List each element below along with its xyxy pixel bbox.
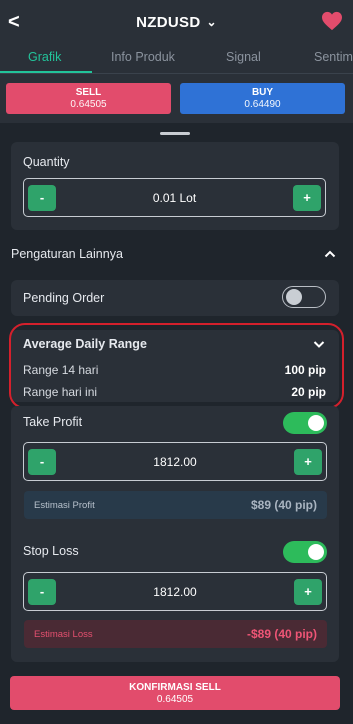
buy-price: 0.64490 [244,99,281,110]
tab-grafik[interactable]: Grafik [28,50,61,64]
stop-loss-value[interactable]: 1812.00 [24,585,326,599]
estimated-profit-bar: Estimasi Profit $89 (40 pip) [24,491,327,519]
sheet-drag-handle[interactable] [160,132,190,135]
sell-price: 0.64505 [70,99,107,110]
take-profit-toggle[interactable] [283,412,327,434]
take-profit-label: Take Profit [23,415,83,429]
toggle-knob [286,289,302,305]
toggle-knob [308,544,324,560]
quantity-stepper: - 0.01 Lot + [23,178,326,217]
quantity-value[interactable]: 0.01 Lot [24,191,325,205]
confirm-sell-label: KONFIRMASI SELL [129,682,221,693]
stop-loss-toggle[interactable] [283,541,327,563]
buy-button[interactable]: BUY 0.64490 [180,83,345,114]
stop-loss-label: Stop Loss [23,544,79,558]
sell-button[interactable]: SELL 0.64505 [6,83,171,114]
tab-signal[interactable]: Signal [226,50,261,64]
chevron-down-icon: ⌄ [206,15,217,29]
pending-order-label: Pending Order [23,291,105,305]
estimated-loss-label: Estimasi Loss [34,629,93,640]
top-bar: < NZDUSD ⌄ [0,0,353,44]
pending-order-card: Pending Order [11,280,339,316]
symbol-selector[interactable]: NZDUSD ⌄ [0,14,353,31]
tab-sentimen[interactable]: Sentim [314,50,353,64]
estimated-profit-label: Estimasi Profit [34,500,95,511]
tab-bar: Grafik Info Produk Signal Sentim [0,44,353,74]
heart-icon[interactable] [321,11,343,31]
sell-label: SELL [75,87,102,98]
confirm-sell-button[interactable]: KONFIRMASI SELL 0.64505 [10,676,340,710]
quantity-card: Quantity - 0.01 Lot + [11,142,339,230]
estimated-loss-value: -$89 (40 pip) [246,627,317,641]
tab-info-produk[interactable]: Info Produk [111,50,175,64]
pending-order-toggle[interactable] [282,286,326,308]
adr-highlight-outline [9,323,344,409]
take-profit-stepper: - 1812.00 + [23,442,327,481]
toggle-knob [308,415,324,431]
active-tab-indicator [0,71,92,73]
estimated-loss-bar: Estimasi Loss -$89 (40 pip) [24,620,327,648]
quantity-plus-button[interactable]: + [293,185,321,211]
symbol-title: NZDUSD [136,14,201,31]
stop-loss-stepper: - 1812.00 + [23,572,327,611]
buy-label: BUY [251,87,274,98]
estimated-profit-value: $89 (40 pip) [250,498,317,512]
take-profit-plus-button[interactable]: + [294,449,322,475]
stop-loss-plus-button[interactable]: + [294,579,322,605]
take-profit-value[interactable]: 1812.00 [24,455,326,469]
confirm-sell-price: 0.64505 [156,694,194,705]
other-settings-title: Pengaturan Lainnya [11,247,123,261]
quantity-label: Quantity [23,155,70,169]
chevron-up-icon[interactable] [324,249,336,259]
